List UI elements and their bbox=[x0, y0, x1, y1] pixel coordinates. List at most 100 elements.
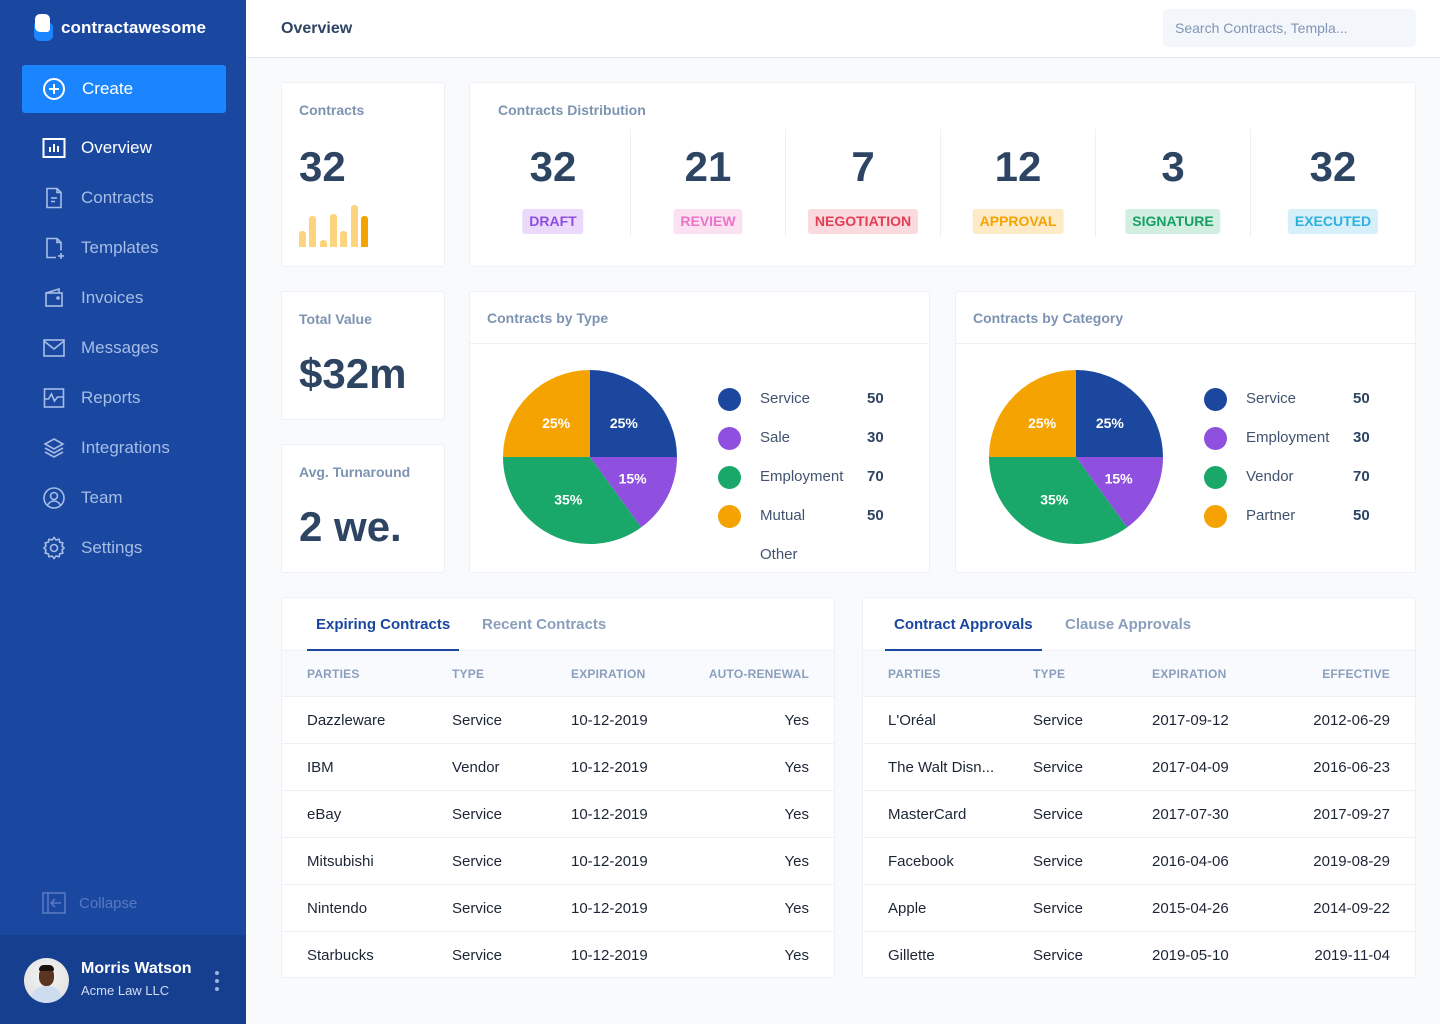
sidebar-item-label: Team bbox=[81, 488, 123, 507]
table-row[interactable]: MasterCard Service 2017-07-30 2017-09-27 bbox=[863, 791, 1415, 838]
legend-label: Vendor bbox=[1246, 468, 1294, 485]
tab-recent-contracts[interactable]: Recent Contracts bbox=[482, 616, 606, 651]
legend-item-sale[interactable]: Sale 30 bbox=[718, 425, 898, 464]
logo-icon bbox=[34, 14, 54, 41]
legend-item-vendor[interactable]: Vendor 70 bbox=[1204, 464, 1384, 503]
more-vertical-icon[interactable] bbox=[213, 971, 221, 991]
trend-bar bbox=[299, 231, 306, 247]
column-header[interactable]: PARTIES bbox=[307, 667, 360, 681]
pie-slice-service[interactable] bbox=[1076, 370, 1163, 457]
table-row[interactable]: Dazzleware Service 10-12-2019 Yes bbox=[282, 697, 834, 744]
table-row[interactable]: Apple Service 2015-04-26 2014-09-22 bbox=[863, 885, 1415, 932]
create-button[interactable]: Create bbox=[22, 65, 226, 113]
table-cell: Vendor bbox=[452, 759, 500, 776]
table-row[interactable]: IBM Vendor 10-12-2019 Yes bbox=[282, 744, 834, 791]
sidebar-item-invoices[interactable]: Invoices bbox=[0, 273, 246, 323]
table-row[interactable]: The Walt Disn... Service 2017-04-09 2016-06… bbox=[863, 744, 1415, 791]
pie-slice-service[interactable] bbox=[590, 370, 677, 457]
column-header[interactable]: AUTO-RENEWAL bbox=[709, 667, 809, 681]
trend-bar bbox=[309, 216, 317, 247]
sidebar-item-settings[interactable]: Settings bbox=[0, 523, 246, 573]
distribution-signature[interactable]: 3 SIGNATURE bbox=[1096, 129, 1251, 237]
sidebar-item-messages[interactable]: Messages bbox=[0, 323, 246, 373]
legend-item-partner[interactable]: Partner 50 bbox=[1204, 503, 1384, 542]
table-row[interactable]: Starbucks Service 10-12-2019 Yes bbox=[282, 932, 834, 979]
distribution-negotiation[interactable]: 7 NEGOTIATION bbox=[786, 129, 941, 237]
sidebar-item-label: Reports bbox=[81, 388, 141, 407]
avg-turnaround-label: Avg. Turnaround bbox=[299, 464, 411, 480]
collapse-button[interactable]: Collapse bbox=[42, 892, 137, 914]
search-input[interactable] bbox=[1163, 9, 1416, 47]
distribution-label: Contracts Distribution bbox=[498, 102, 646, 118]
legend-value: 50 bbox=[867, 507, 884, 524]
table-cell: 2015-04-26 bbox=[1152, 900, 1229, 917]
distribution-card: Contracts Distribution 32 DRAFT 21 REVIEW 7 N… bbox=[469, 82, 1416, 267]
legend-item-employment[interactable]: Employment 70 bbox=[718, 464, 898, 503]
column-header[interactable]: TYPE bbox=[452, 667, 484, 681]
avatar[interactable] bbox=[24, 958, 69, 1003]
pie-slice-label: 35% bbox=[1040, 492, 1069, 508]
table-cell: Service bbox=[452, 712, 503, 729]
table-cell: Yes bbox=[784, 947, 809, 964]
table-row[interactable]: Facebook Service 2016-04-06 2019-08-29 bbox=[863, 838, 1415, 885]
distribution-executed[interactable]: 32 EXECUTED bbox=[1251, 129, 1415, 237]
distribution-count: 7 bbox=[851, 143, 875, 190]
tab-clause-approvals[interactable]: Clause Approvals bbox=[1065, 616, 1191, 651]
sidebar-item-integrations[interactable]: Integrations bbox=[0, 423, 246, 473]
table-tabs: Expiring Contracts Recent Contracts bbox=[282, 598, 834, 652]
column-header[interactable]: TYPE bbox=[1033, 667, 1065, 681]
create-label: Create bbox=[82, 79, 134, 98]
pie-slice-label: 25% bbox=[610, 415, 639, 431]
table-row[interactable]: Mitsubishi Service 10-12-2019 Yes bbox=[282, 838, 834, 885]
distribution-review[interactable]: 21 REVIEW bbox=[631, 129, 786, 237]
expiring-contracts-table: Expiring Contracts Recent Contracts PARTIE… bbox=[281, 597, 835, 978]
sidebar-item-team[interactable]: Team bbox=[0, 473, 246, 523]
column-header[interactable]: PARTIES bbox=[888, 667, 941, 681]
tab-contract-approvals[interactable]: Contract Approvals bbox=[885, 616, 1042, 652]
sidebar-item-contracts[interactable]: Contracts bbox=[0, 173, 246, 223]
pie-slice-mutual[interactable] bbox=[503, 370, 590, 457]
distribution-count: 32 bbox=[1309, 143, 1357, 190]
sidebar-item-reports[interactable]: Reports bbox=[0, 373, 246, 423]
status-badge: DRAFT bbox=[522, 209, 584, 234]
column-header[interactable]: EFFECTIVE bbox=[1322, 667, 1390, 681]
sidebar-item-templates[interactable]: Templates bbox=[0, 223, 246, 273]
sidebar-item-overview[interactable]: Overview bbox=[0, 123, 246, 173]
distribution-count: 32 bbox=[529, 143, 577, 190]
chart-title: Contracts by Category bbox=[973, 310, 1124, 326]
avg-turnaround-card: Avg. Turnaround 2 we. bbox=[281, 444, 445, 573]
table-row[interactable]: L'Oréal Service 2017-09-12 2012-06-29 bbox=[863, 697, 1415, 744]
table-cell: 2017-04-09 bbox=[1152, 759, 1229, 776]
table-cell: 2017-09-12 bbox=[1152, 712, 1229, 729]
trend-bar bbox=[360, 216, 368, 247]
table-row[interactable]: eBay Service 10-12-2019 Yes bbox=[282, 791, 834, 838]
bar-chart-icon bbox=[42, 136, 66, 160]
user-circle-icon bbox=[42, 486, 66, 510]
distribution-draft[interactable]: 32 DRAFT bbox=[476, 129, 631, 237]
pie-slice-label: 15% bbox=[619, 471, 648, 487]
table-row[interactable]: Nintendo Service 10-12-2019 Yes bbox=[282, 885, 834, 932]
table-cell: 2019-08-29 bbox=[1313, 853, 1390, 870]
table-cell: Dazzleware bbox=[307, 712, 386, 729]
top-header: Overview bbox=[246, 0, 1440, 58]
legend-value: 30 bbox=[1353, 429, 1370, 446]
tab-expiring-contracts[interactable]: Expiring Contracts bbox=[306, 616, 460, 652]
distribution-approval[interactable]: 12 APPROVAL bbox=[941, 129, 1096, 237]
sidebar-item-label: Messages bbox=[81, 338, 159, 357]
pie-slice-partner[interactable] bbox=[989, 370, 1076, 457]
legend-item-other[interactable]: Other bbox=[718, 542, 898, 581]
legend-item-mutual[interactable]: Mutual 50 bbox=[718, 503, 898, 542]
legend-item-employment[interactable]: Employment 30 bbox=[1204, 425, 1384, 464]
contracts-by-category-card: Contracts by Category 25% 15% 35% 25% Servi… bbox=[955, 291, 1416, 573]
trend-bar bbox=[319, 240, 327, 247]
user-name: Morris Watson bbox=[81, 960, 192, 977]
legend-label: Partner bbox=[1246, 507, 1296, 524]
gear-icon bbox=[42, 536, 66, 560]
column-header[interactable]: EXPIRATION bbox=[571, 667, 645, 681]
sidebar-item-label: Settings bbox=[81, 538, 143, 557]
column-header[interactable]: EXPIRATION bbox=[1152, 667, 1226, 681]
table-row[interactable]: Gillette Service 2019-05-10 2019-11-04 bbox=[863, 932, 1415, 979]
legend-item-service[interactable]: Service 50 bbox=[1204, 386, 1384, 425]
legend-item-service[interactable]: Service 50 bbox=[718, 386, 898, 425]
logo[interactable]: contractawesome bbox=[34, 14, 206, 41]
